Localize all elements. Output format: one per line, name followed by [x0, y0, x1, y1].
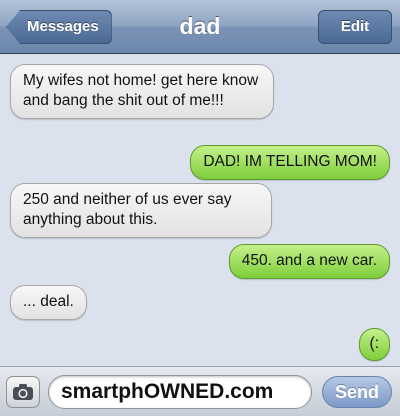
- message-input[interactable]: smartphOWNED.com: [48, 375, 312, 409]
- incoming-message: 250 and neither of us ever say anything …: [10, 183, 272, 238]
- camera-icon: [13, 384, 33, 400]
- send-button[interactable]: Send: [322, 376, 392, 408]
- incoming-message: My wifes not home! get here know and ban…: [10, 64, 274, 119]
- edit-button[interactable]: Edit: [318, 10, 392, 44]
- navigation-bar: Messages dad Edit: [0, 0, 400, 54]
- outgoing-message: DAD! IM TELLING MOM!: [190, 145, 390, 180]
- camera-button[interactable]: [6, 376, 40, 408]
- outgoing-message: 450. and a new car.: [228, 244, 390, 279]
- back-button[interactable]: Messages: [6, 10, 112, 44]
- incoming-message: ... deal.: [10, 285, 87, 320]
- message-composer: smartphOWNED.com Send: [0, 366, 400, 416]
- outgoing-message: (:: [358, 328, 390, 361]
